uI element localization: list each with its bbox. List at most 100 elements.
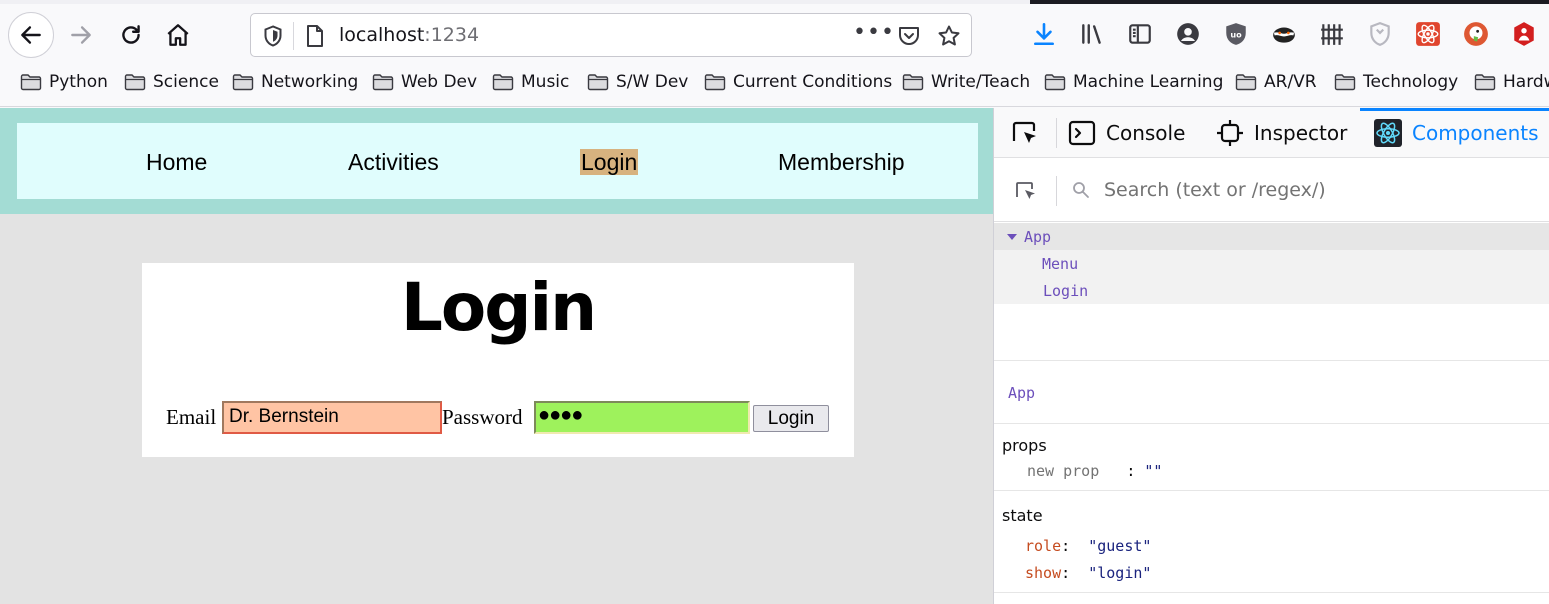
- shield-outline-icon: [1370, 22, 1390, 46]
- home-icon: [167, 24, 189, 46]
- folder-icon: [124, 74, 146, 91]
- home-button[interactable]: [155, 12, 201, 58]
- shield-extension-button[interactable]: [1366, 20, 1394, 48]
- alert-person-icon: [1514, 22, 1534, 46]
- folder-icon: [372, 74, 394, 91]
- badger-icon: [1273, 27, 1295, 43]
- pocket-icon[interactable]: [897, 24, 921, 48]
- bookmark-networking[interactable]: Networking: [232, 72, 358, 92]
- page-actions-menu[interactable]: •••: [853, 20, 895, 45]
- react-icon: [1374, 119, 1402, 147]
- folder-icon: [902, 74, 924, 91]
- bookmark-music[interactable]: Music: [492, 72, 569, 92]
- privacy-badger-button[interactable]: [1270, 20, 1298, 48]
- url-text[interactable]: localhost:1234: [339, 24, 479, 46]
- bookmark-label: Science: [153, 72, 219, 92]
- account-button[interactable]: [1174, 20, 1202, 48]
- bookmark-python[interactable]: Python: [20, 72, 108, 92]
- bookmark-star-icon[interactable]: [937, 24, 961, 48]
- library-icon: [1082, 24, 1101, 44]
- alert-extension-button[interactable]: [1510, 20, 1538, 48]
- menu-item-membership[interactable]: Membership: [778, 149, 905, 175]
- prop-row[interactable]: new prop : "": [1027, 462, 1162, 480]
- tracking-shield-icon[interactable]: [263, 25, 283, 47]
- tree-item-app[interactable]: App: [994, 223, 1549, 250]
- back-button[interactable]: [8, 12, 54, 58]
- bookmarks-toolbar: Python Science Networking Web Dev Music S/W D…: [0, 62, 1549, 107]
- bookmark-science[interactable]: Science: [124, 72, 219, 92]
- menu-item-activities[interactable]: Activities: [348, 149, 439, 175]
- element-picker-icon[interactable]: [1010, 119, 1040, 149]
- email-label: Email: [166, 405, 217, 429]
- state-value[interactable]: "login": [1088, 564, 1151, 582]
- bookmark-web-dev[interactable]: Web Dev: [372, 72, 477, 92]
- bookmark-machine-learning[interactable]: Machine Learning: [1044, 72, 1223, 92]
- prop-value[interactable]: "": [1144, 462, 1162, 480]
- menu-bar: Home Activities Login Membership: [17, 123, 978, 199]
- bookmark-label: Technology: [1363, 72, 1459, 92]
- bookmark-technology[interactable]: Technology: [1334, 72, 1458, 92]
- tree-item-login-label: Login: [1043, 282, 1089, 300]
- state-key: role: [1025, 537, 1062, 555]
- tab-inspector[interactable]: Inspector: [1216, 108, 1347, 158]
- bookmark-s-w-dev[interactable]: S/W Dev: [587, 72, 688, 92]
- component-search-input[interactable]: Search (text or /regex/): [1104, 179, 1326, 201]
- folder-icon: [232, 74, 254, 91]
- downloads-button[interactable]: [1030, 20, 1058, 48]
- password-input[interactable]: ●●●●: [534, 401, 750, 434]
- ublock-extension-button[interactable]: uo: [1222, 20, 1250, 48]
- download-arrow-icon: [1034, 22, 1054, 46]
- state-value[interactable]: "guest": [1088, 537, 1151, 555]
- state-section-title: state: [1002, 506, 1043, 525]
- address-bar[interactable]: localhost:1234 •••: [250, 13, 972, 57]
- ublock-icon: uo: [1226, 23, 1246, 45]
- menu-item-login[interactable]: Login: [580, 149, 639, 176]
- react-red-icon: [1416, 22, 1440, 46]
- duckduckgo-extension-button[interactable]: [1462, 20, 1490, 48]
- folder-icon: [704, 74, 726, 91]
- bookmark-hardw[interactable]: Hardw: [1474, 72, 1549, 92]
- bookmark-label: Networking: [261, 72, 359, 92]
- state-key: show: [1025, 564, 1062, 582]
- folder-icon: [492, 74, 514, 91]
- forward-button[interactable]: [58, 12, 104, 58]
- state-row-show[interactable]: show: "login": [1025, 564, 1151, 582]
- duckduckgo-icon: [1464, 22, 1488, 46]
- password-label: Password: [442, 405, 523, 429]
- bookmark-ar-vr[interactable]: AR/VR: [1235, 72, 1317, 92]
- tab-console[interactable]: Console: [1068, 108, 1185, 158]
- email-input[interactable]: Dr. Bernstein: [222, 401, 442, 434]
- sidebar-toggle-button[interactable]: [1126, 20, 1154, 48]
- login-submit-button[interactable]: Login: [753, 405, 829, 432]
- tree-item-login[interactable]: Login: [994, 277, 1549, 304]
- tree-item-app-label: App: [1024, 228, 1052, 246]
- menu-item-home[interactable]: Home: [146, 149, 207, 175]
- tab-components[interactable]: Components: [1360, 108, 1549, 158]
- state-row-role[interactable]: role: "guest": [1025, 537, 1151, 555]
- bookmark-label: S/W Dev: [616, 72, 689, 92]
- bookmark-current-conditions[interactable]: Current Conditions: [704, 72, 892, 92]
- fence-extension-button[interactable]: [1318, 20, 1346, 48]
- react-devtools-extension-button[interactable]: [1414, 20, 1442, 48]
- tree-item-menu[interactable]: Menu: [994, 250, 1549, 277]
- arrow-right-icon: [71, 26, 91, 44]
- tab-components-label: Components: [1412, 121, 1539, 145]
- folder-icon: [1474, 74, 1496, 91]
- selected-component-name: App: [1008, 384, 1036, 402]
- bookmark-label: Current Conditions: [733, 72, 893, 92]
- library-button[interactable]: [1078, 20, 1106, 48]
- bookmark-label: Hardw: [1503, 72, 1549, 92]
- bookmark-label: Music: [521, 72, 570, 92]
- reload-button[interactable]: [108, 12, 154, 58]
- console-icon: [1068, 120, 1096, 146]
- select-element-icon[interactable]: [1014, 180, 1038, 204]
- bookmark-write-teach[interactable]: Write/Teach: [902, 72, 1030, 92]
- prop-key: new prop: [1027, 462, 1100, 480]
- caret-down-icon[interactable]: [1007, 234, 1017, 240]
- devtools-tabbar: Console Inspector Components: [994, 108, 1549, 158]
- page-info-icon[interactable]: [305, 24, 325, 48]
- svg-text:uo: uo: [1230, 29, 1242, 39]
- browser-toolbar: localhost:1234 ••• uo: [0, 4, 1549, 62]
- folder-icon: [1235, 74, 1257, 91]
- reload-icon: [122, 25, 140, 44]
